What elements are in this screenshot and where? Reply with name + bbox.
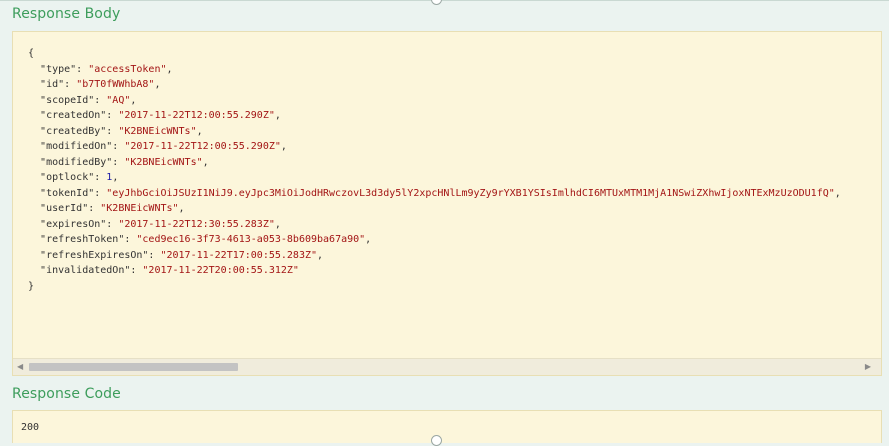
- json-key: "modifiedBy": [40, 156, 113, 168]
- response-body-panel: { "type": "accessToken", "id": "b7T0fWWh…: [12, 31, 882, 376]
- json-value: "ced9ec16-3f73-4613-a053-8b609ba67a90": [136, 234, 366, 245]
- json-colon: :: [112, 141, 125, 152]
- json-comma: ,: [166, 63, 173, 75]
- json-colon: :: [76, 63, 89, 75]
- json-line: "refreshToken": "ced9ec16-3f73-4613-a053…: [28, 232, 880, 248]
- json-line: "tokenId": "eyJhbGciOiJSUzI1NiJ9.eyJpc3M…: [28, 186, 880, 202]
- json-comma: ,: [317, 249, 324, 261]
- json-colon: :: [64, 79, 77, 90]
- json-colon: :: [130, 265, 143, 276]
- json-line: }: [28, 279, 880, 295]
- json-key: "refreshToken": [40, 234, 125, 245]
- json-line: "userId": "K2BNEicWNTs",: [28, 201, 880, 217]
- json-colon: :: [94, 187, 107, 199]
- json-key: "expiresOn": [40, 218, 107, 230]
- json-comma: ,: [112, 172, 119, 183]
- json-colon: :: [124, 234, 137, 245]
- horizontal-scrollbar[interactable]: ◀ ▶: [13, 358, 881, 375]
- json-colon: :: [148, 249, 161, 261]
- json-comma: ,: [274, 110, 281, 121]
- json-value: "K2BNEicWNTs": [118, 125, 197, 137]
- response-body-json: { "type": "accessToken", "id": "b7T0fWWh…: [28, 46, 880, 350]
- json-line: "scopeId": "AQ",: [28, 93, 880, 109]
- json-line: "modifiedOn": "2017-11-22T12:00:55.290Z"…: [28, 139, 880, 155]
- json-key: "invalidatedOn": [40, 265, 131, 276]
- json-value: "eyJhbGciOiJSUzI1NiJ9.eyJpc3MiOiJodHRwcz…: [106, 187, 835, 199]
- json-comma: ,: [365, 234, 372, 245]
- json-key: "scopeId": [40, 94, 95, 106]
- json-line: "createdBy": "K2BNEicWNTs",: [28, 124, 880, 140]
- json-value: "2017-11-22T12:00:55.290Z": [118, 110, 275, 121]
- json-comma: ,: [274, 218, 281, 230]
- json-line: "optlock": 1,: [28, 170, 880, 186]
- json-open-brace: {: [28, 48, 35, 59]
- json-colon: :: [88, 203, 101, 214]
- json-key: "tokenId": [40, 187, 95, 199]
- resize-handle-top[interactable]: [431, 0, 442, 5]
- json-key: "createdOn": [40, 110, 107, 121]
- json-comma: ,: [280, 141, 287, 152]
- json-colon: :: [112, 156, 125, 168]
- json-value: "accessToken": [88, 63, 167, 75]
- json-line: "id": "b7T0fWWhbA8",: [28, 77, 880, 93]
- json-colon: :: [94, 172, 107, 183]
- json-key: "type": [40, 63, 77, 75]
- scrollbar-thumb[interactable]: [29, 363, 238, 371]
- json-key: "modifiedOn": [40, 141, 113, 152]
- json-value: "2017-11-22T17:00:55.283Z": [160, 249, 318, 261]
- json-key: "optlock": [40, 172, 95, 183]
- json-comma: ,: [178, 203, 185, 214]
- json-comma: ,: [202, 156, 209, 168]
- response-code-value: 200: [21, 422, 40, 433]
- json-line: "invalidatedOn": "2017-11-22T20:00:55.31…: [28, 263, 880, 279]
- response-code-panel: 200: [12, 410, 882, 443]
- json-line: {: [28, 46, 880, 62]
- json-value: "2017-11-22T20:00:55.312Z": [142, 265, 299, 276]
- json-line: "expiresOn": "2017-11-22T12:30:55.283Z",: [28, 217, 880, 233]
- json-line: "type": "accessToken",: [28, 62, 880, 78]
- json-value: "2017-11-22T12:00:55.290Z": [124, 141, 281, 152]
- json-colon: :: [106, 218, 119, 230]
- json-line: "createdOn": "2017-11-22T12:00:55.290Z",: [28, 108, 880, 124]
- json-comma: ,: [196, 125, 203, 137]
- resize-handle-bottom[interactable]: [431, 435, 442, 446]
- json-value: "K2BNEicWNTs": [124, 156, 203, 168]
- json-value: "AQ": [106, 94, 131, 106]
- scroll-left-icon[interactable]: ◀: [17, 362, 23, 372]
- json-comma: ,: [130, 94, 137, 106]
- json-colon: :: [106, 125, 119, 137]
- json-colon: :: [106, 110, 119, 121]
- json-value: "2017-11-22T12:30:55.283Z": [118, 218, 275, 230]
- json-line: "refreshExpiresOn": "2017-11-22T17:00:55…: [28, 248, 880, 264]
- response-code-title: Response Code: [12, 386, 121, 402]
- json-key: "userId": [40, 203, 89, 214]
- json-comma: ,: [834, 187, 841, 199]
- json-value: "K2BNEicWNTs": [100, 203, 179, 214]
- json-value: "b7T0fWWhbA8": [76, 79, 155, 90]
- json-key: "refreshExpiresOn": [40, 249, 149, 261]
- json-colon: :: [94, 94, 107, 106]
- json-key: "createdBy": [40, 125, 107, 137]
- scroll-right-icon[interactable]: ▶: [865, 362, 871, 372]
- json-line: "modifiedBy": "K2BNEicWNTs",: [28, 155, 880, 171]
- json-close-brace: }: [28, 280, 35, 292]
- response-body-title: Response Body: [12, 6, 121, 22]
- json-comma: ,: [154, 79, 161, 90]
- json-key: "id": [40, 79, 65, 90]
- divider-top: [0, 0, 889, 1]
